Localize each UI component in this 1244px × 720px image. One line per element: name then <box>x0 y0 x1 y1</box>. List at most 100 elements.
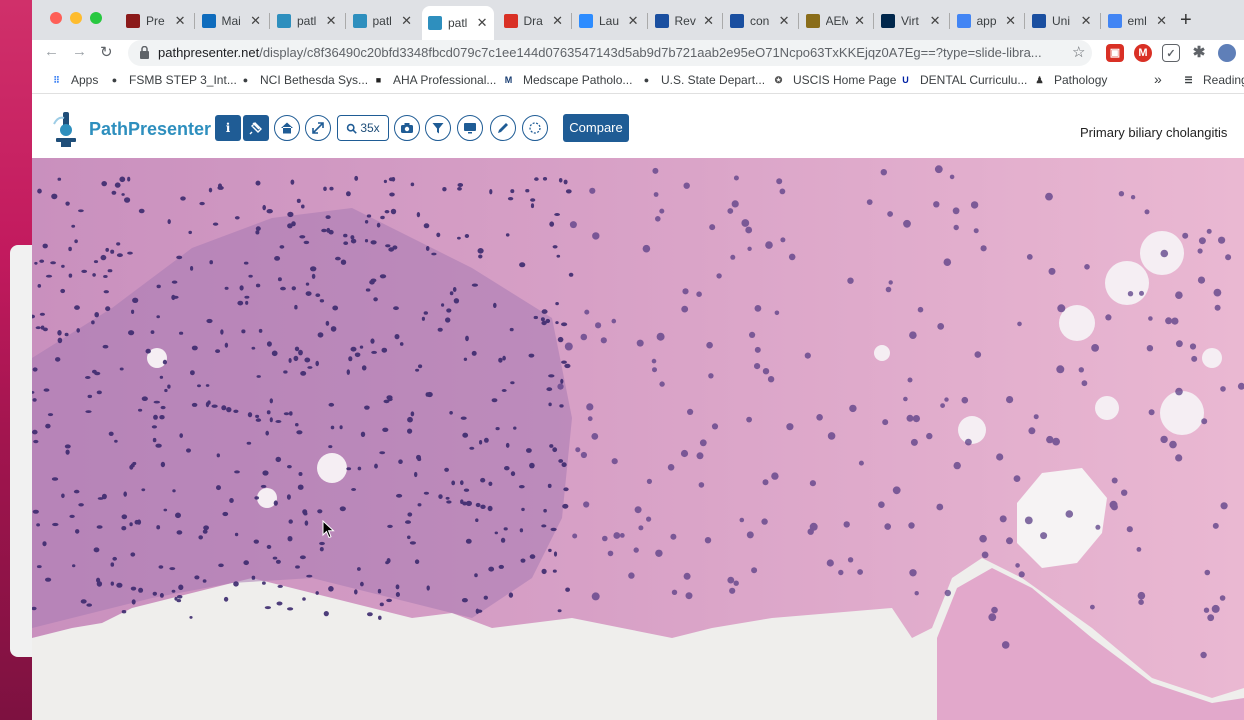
histology-slide-image[interactable] <box>32 158 1244 720</box>
browser-tab[interactable]: Lau ✕ <box>573 7 645 35</box>
browser-tab[interactable]: Virt ✕ <box>875 7 947 35</box>
bookmark-item[interactable]: U DENTAL Curriculu... <box>899 73 1027 87</box>
nucleus <box>885 286 892 293</box>
tab-close-icon[interactable]: ✕ <box>1081 13 1092 29</box>
tab-close-icon[interactable]: ✕ <box>401 13 412 29</box>
nucleus <box>176 530 183 535</box>
nucleus <box>903 219 911 228</box>
pdf-extension-icon[interactable]: ▣ <box>1106 44 1124 62</box>
tab-close-icon[interactable]: ✕ <box>1005 13 1016 29</box>
nucleus <box>949 174 955 180</box>
tab-strip: Pre ✕ Mai ✕ patl ✕ patl ✕ patl ✕ Dra ✕ Lau ✕ Rev ✕ con ✕ A… <box>32 0 1244 40</box>
nucleus <box>1175 291 1183 299</box>
browser-tab[interactable]: AEM ✕ <box>800 7 872 35</box>
tab-close-icon[interactable]: ✕ <box>552 13 563 29</box>
presentation-button[interactable] <box>457 115 483 141</box>
home-button[interactable] <box>274 115 300 141</box>
tab-close-icon[interactable]: ✕ <box>854 13 865 29</box>
snapshot-button[interactable] <box>394 115 420 141</box>
profile-avatar[interactable] <box>1218 44 1236 62</box>
nucleus <box>127 176 131 182</box>
bookmark-item[interactable]: ● FSMB STEP 3_Int... <box>108 73 237 87</box>
tab-close-icon[interactable]: ✕ <box>930 13 941 29</box>
bookmark-star-icon[interactable]: ☆ <box>1072 43 1085 61</box>
nucleus <box>294 346 300 352</box>
bookmark-item[interactable]: ■ AHA Professional... <box>372 73 497 87</box>
browser-tab[interactable]: Rev ✕ <box>649 7 721 35</box>
browser-tab[interactable]: patl ✕ <box>271 7 343 35</box>
nucleus <box>191 402 198 407</box>
nucleus <box>1033 414 1039 420</box>
nucleus <box>462 432 469 438</box>
tab-close-icon[interactable]: ✕ <box>703 13 714 29</box>
extensions-puzzle-icon[interactable]: ✱ <box>1190 44 1208 62</box>
reading-list-button[interactable]: ☰ Reading <box>1182 73 1244 87</box>
zoom-level-button[interactable]: 35x <box>337 115 389 141</box>
shield-extension-icon[interactable]: ✓ <box>1162 44 1180 62</box>
reload-icon[interactable]: ↻ <box>100 43 113 61</box>
compare-button[interactable]: Compare <box>563 114 629 142</box>
nucleus <box>1026 254 1033 260</box>
tab-close-icon[interactable]: ✕ <box>477 15 488 31</box>
browser-tab[interactable]: patl ✕ <box>422 6 494 40</box>
nucleus <box>76 328 80 333</box>
tab-close-icon[interactable]: ✕ <box>250 13 261 29</box>
fullscreen-button[interactable] <box>305 115 331 141</box>
window-minimize-button[interactable] <box>70 12 82 24</box>
browser-tab[interactable]: Mai ✕ <box>196 7 268 35</box>
new-tab-button[interactable]: + <box>1180 9 1192 32</box>
nucleus <box>339 425 343 430</box>
nucleus <box>555 321 559 325</box>
nucleus <box>926 432 933 440</box>
nucleus <box>81 269 88 273</box>
tab-close-icon[interactable]: ✕ <box>628 13 639 29</box>
browser-tab[interactable]: Pre ✕ <box>120 7 192 35</box>
circle-select-button[interactable] <box>522 115 548 141</box>
nucleus <box>487 505 493 512</box>
nucleus <box>653 192 659 197</box>
nucleus <box>256 375 261 378</box>
annotate-button[interactable] <box>490 115 516 141</box>
browser-tab[interactable]: Uni ✕ <box>1026 7 1098 35</box>
bookmarks-overflow-button[interactable]: » <box>1154 71 1162 87</box>
info-button[interactable]: i <box>215 115 241 141</box>
nucleus <box>153 414 158 420</box>
slide-viewer[interactable] <box>32 158 1244 720</box>
nucleus <box>696 291 702 297</box>
tab-close-icon[interactable]: ✕ <box>175 13 186 29</box>
browser-tab[interactable]: Dra ✕ <box>498 7 570 35</box>
nucleus <box>379 274 387 279</box>
bookmark-item[interactable]: ♟ Pathology <box>1033 73 1107 87</box>
bookmark-item[interactable]: ● NCI Bethesda Sys... <box>239 73 368 87</box>
nucleus <box>461 598 468 603</box>
back-arrow-icon[interactable]: ← <box>44 43 59 60</box>
filter-button[interactable] <box>425 115 451 141</box>
browser-tab[interactable]: con ✕ <box>724 7 796 35</box>
pin-button[interactable] <box>243 115 269 141</box>
browser-tab[interactable]: eml ✕ <box>1102 7 1174 35</box>
forward-arrow-icon[interactable]: → <box>72 43 87 60</box>
nucleus <box>749 331 756 338</box>
window-maximize-button[interactable] <box>90 12 102 24</box>
nucleus <box>178 584 184 591</box>
url-bar[interactable]: pathpresenter.net/display/c8f36490c20bfd… <box>128 40 1092 66</box>
nucleus <box>561 462 567 468</box>
nucleus <box>277 584 283 588</box>
bookmark-item[interactable]: ✪ USCIS Home Page <box>772 73 897 87</box>
nucleus <box>909 569 917 577</box>
bookmark-item[interactable]: ● U.S. State Depart... <box>640 73 765 87</box>
nucleus <box>546 387 553 392</box>
bookmark-item[interactable]: ⠿ Apps <box>50 73 98 87</box>
nucleus <box>326 227 331 233</box>
m-extension-icon[interactable]: M <box>1134 44 1152 62</box>
tab-close-icon[interactable]: ✕ <box>779 13 790 29</box>
tab-close-icon[interactable]: ✕ <box>1156 13 1167 29</box>
browser-tab[interactable]: app ✕ <box>951 7 1023 35</box>
window-close-button[interactable] <box>50 12 62 24</box>
nucleus <box>176 599 182 603</box>
bookmark-item[interactable]: M Medscape Patholo... <box>502 73 633 87</box>
browser-tab[interactable]: patl ✕ <box>347 7 419 35</box>
nucleus <box>45 577 52 582</box>
tab-close-icon[interactable]: ✕ <box>326 13 337 29</box>
bookmark-label: DENTAL Curriculu... <box>920 73 1028 87</box>
